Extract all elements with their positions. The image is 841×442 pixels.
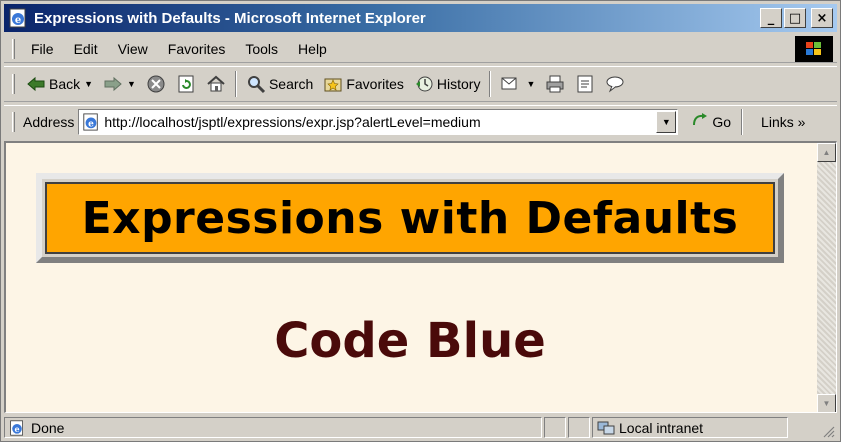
address-input[interactable]: e http://localhost/jsptl/expressions/exp…: [78, 108, 679, 135]
stop-icon: [146, 74, 166, 94]
mail-button[interactable]: ▼: [495, 69, 540, 99]
heading-table: Expressions with Defaults: [36, 173, 784, 263]
discuss-icon: [605, 74, 625, 94]
ie-page-icon: e: [8, 8, 28, 28]
edit-button[interactable]: [570, 69, 600, 99]
home-icon: [206, 74, 226, 94]
alert-message: Code Blue: [274, 313, 546, 369]
links-button[interactable]: Links »: [761, 114, 805, 130]
page-content: Expressions with Defaults Code Blue: [6, 143, 814, 412]
forward-button[interactable]: ▼: [98, 69, 141, 99]
toolbar-separator: [489, 71, 492, 97]
svg-text:e: e: [14, 424, 19, 434]
back-dropdown-icon[interactable]: ▼: [84, 79, 93, 89]
favorites-label: Favorites: [346, 76, 404, 92]
svg-text:e: e: [15, 15, 21, 26]
browser-window: e Expressions with Defaults - Microsoft …: [0, 0, 841, 442]
search-button[interactable]: Search: [241, 69, 318, 99]
vertical-scrollbar[interactable]: ▲ ▼: [817, 143, 836, 412]
edit-icon: [575, 74, 595, 94]
status-progress-cell: [544, 417, 566, 438]
mail-dropdown-icon[interactable]: ▼: [526, 79, 535, 89]
menu-file[interactable]: File: [21, 41, 64, 57]
search-icon: [246, 74, 266, 94]
history-icon: [414, 74, 434, 94]
status-zone-label: Local intranet: [619, 419, 704, 436]
menu-grip[interactable]: [12, 38, 15, 59]
status-bar: e Done Local intranet: [4, 415, 837, 440]
resize-grip-icon[interactable]: [821, 424, 835, 438]
heading-cell: Expressions with Defaults: [45, 182, 775, 254]
menu-view[interactable]: View: [108, 41, 158, 57]
status-security-cell: [568, 417, 590, 438]
mail-icon: [500, 74, 522, 94]
standard-toolbar: Back ▼ ▼ Search Favorites History ▼: [4, 66, 837, 102]
address-dropdown-button[interactable]: ▼: [656, 110, 677, 133]
address-label: Address: [23, 113, 75, 130]
back-arrow-icon: [26, 76, 46, 92]
back-button[interactable]: Back ▼: [21, 69, 98, 99]
local-intranet-icon: [597, 420, 615, 436]
go-icon: [690, 111, 710, 132]
windows-logo-icon: [795, 36, 833, 62]
title-bar[interactable]: e Expressions with Defaults - Microsoft …: [4, 4, 837, 32]
menu-tools[interactable]: Tools: [235, 41, 288, 57]
print-button[interactable]: [540, 69, 570, 99]
menu-edit[interactable]: Edit: [64, 41, 108, 57]
address-url: http://localhost/jsptl/expressions/expr.…: [104, 113, 481, 130]
menu-favorites[interactable]: Favorites: [158, 41, 236, 57]
menu-bar: File Edit View Favorites Tools Help: [4, 35, 837, 63]
menu-help[interactable]: Help: [288, 41, 337, 57]
refresh-button[interactable]: [171, 69, 201, 99]
address-grip[interactable]: [12, 111, 15, 132]
status-main: e Done: [4, 417, 542, 438]
address-bar: Address e http://localhost/jsptl/express…: [4, 105, 837, 137]
toolbar-grip[interactable]: [12, 74, 15, 94]
page-heading: Expressions with Defaults: [81, 192, 739, 244]
forward-arrow-icon: [103, 76, 123, 92]
svg-text:e: e: [88, 119, 94, 129]
status-zone: Local intranet: [592, 417, 788, 438]
forward-dropdown-icon[interactable]: ▼: [127, 79, 136, 89]
search-label: Search: [268, 76, 314, 92]
close-button[interactable]: ×: [811, 8, 833, 28]
page-viewport: Expressions with Defaults Code Blue ▲ ▼: [4, 141, 837, 413]
toolbar-separator: [741, 108, 744, 135]
scroll-down-button[interactable]: ▼: [817, 394, 836, 412]
stop-button[interactable]: [141, 69, 171, 99]
minimize-button[interactable]: _: [760, 8, 782, 28]
print-icon: [545, 74, 565, 94]
window-title: Expressions with Defaults - Microsoft In…: [34, 9, 426, 27]
scroll-up-button[interactable]: ▲: [817, 143, 836, 162]
status-text: Done: [31, 419, 65, 436]
refresh-icon: [176, 74, 196, 94]
ie-page-icon: e: [82, 112, 100, 131]
history-button[interactable]: History: [409, 69, 486, 99]
go-label: Go: [712, 113, 732, 130]
discuss-button[interactable]: [600, 69, 630, 99]
favorites-button[interactable]: Favorites: [318, 69, 409, 99]
back-label: Back: [49, 76, 81, 92]
history-label: History: [436, 76, 481, 92]
maximize-button[interactable]: □: [784, 8, 806, 28]
go-button[interactable]: Go: [690, 111, 731, 132]
home-button[interactable]: [201, 69, 231, 99]
favorites-icon: [323, 74, 343, 94]
toolbar-separator: [234, 71, 237, 97]
ie-page-icon: e: [9, 419, 25, 436]
